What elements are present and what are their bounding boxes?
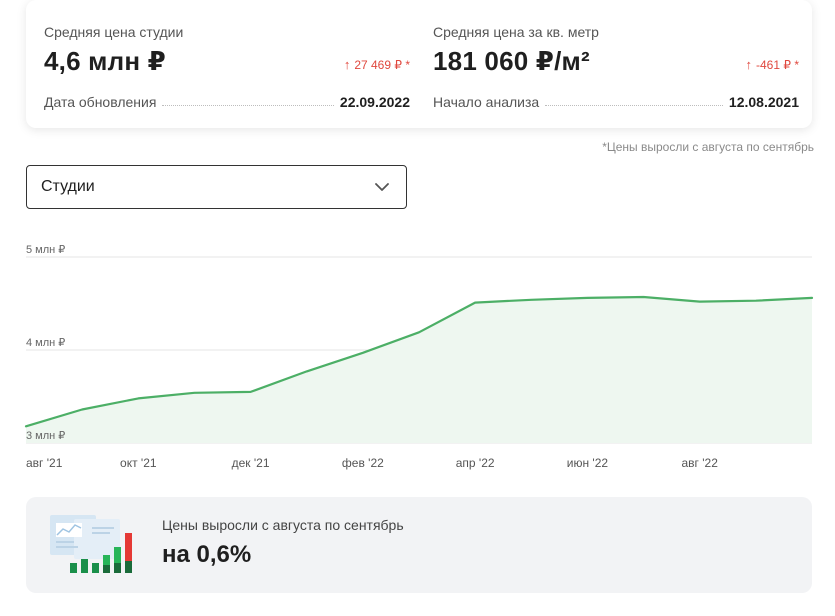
arrow-up-icon: ↑ [343, 57, 351, 72]
x-axis-labels: авг '21 окт '21 дек '21 фев '22 апр '22 июн '… [26, 456, 718, 470]
chart-area-fill [26, 297, 812, 443]
sqm-price-change: ↑ -461 ₽ * [746, 57, 800, 72]
update-date-value: 22.09.2022 [339, 94, 410, 110]
analysis-start-row: Начало анализа 12.08.2021 [433, 92, 799, 110]
x-tick-label: апр '22 [456, 456, 495, 470]
x-tick-label: июн '22 [567, 456, 609, 470]
analysis-start-label: Начало анализа [433, 94, 540, 110]
price-chart: 3 млн ₽ 4 млн ₽ 5 млн ₽ авг '21 окт '21 дек … [24, 244, 814, 470]
sqm-price-value: 181 060 ₽/м² [433, 46, 590, 76]
studio-price-change-value: 27 469 ₽ * [354, 58, 410, 72]
summary-card: Цены выросли с августа по сентябрь на 0,… [26, 497, 812, 593]
arrow-up-icon: ↑ [745, 57, 753, 72]
x-tick-label: окт '21 [120, 456, 157, 470]
y-tick-label: 5 млн ₽ [26, 244, 65, 256]
x-tick-label: авг '22 [682, 456, 719, 470]
x-tick-label: фев '22 [342, 456, 384, 470]
analysis-start-value: 12.08.2021 [728, 94, 799, 110]
sqm-price-change-value: -461 ₽ * [756, 58, 799, 72]
footnote: *Цены выросли с августа по сентябрь [602, 140, 814, 154]
summary-value: на 0,6% [162, 541, 252, 568]
y-tick-label: 4 млн ₽ [26, 337, 65, 349]
dotted-leader [545, 105, 723, 106]
y-axis-labels: 3 млн ₽ 4 млн ₽ 5 млн ₽ [26, 244, 65, 442]
update-date-row: Дата обновления 22.09.2022 [44, 92, 410, 110]
studio-price-change: ↑ 27 469 ₽ * [344, 57, 410, 72]
sqm-price-label: Средняя цена за кв. метр [433, 24, 599, 40]
studio-price-value: 4,6 млн ₽ [44, 46, 166, 76]
price-stats-card: Средняя цена студии 4,6 млн ₽ ↑ 27 469 ₽ … [26, 0, 812, 128]
x-tick-label: дек '21 [232, 456, 270, 470]
chevron-down-icon [375, 183, 389, 191]
dotted-leader [162, 105, 334, 106]
price-growth-illustration-icon [50, 515, 132, 573]
update-date-label: Дата обновления [44, 94, 157, 110]
summary-label: Цены выросли с августа по сентябрь [162, 517, 404, 533]
x-tick-label: авг '21 [26, 456, 63, 470]
y-tick-label: 3 млн ₽ [26, 430, 65, 442]
apartment-type-select[interactable]: Студии [26, 165, 407, 209]
studio-price-label: Средняя цена студии [44, 24, 184, 40]
select-value: Студии [41, 178, 95, 195]
